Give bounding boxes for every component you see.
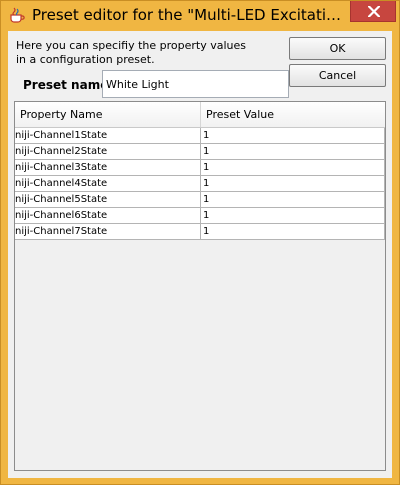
table-row[interactable]: niji-Channel7State 1: [15, 224, 385, 240]
property-name-cell[interactable]: niji-Channel6State: [15, 208, 201, 224]
preset-value-cell[interactable]: 1: [201, 128, 385, 144]
close-button[interactable]: [350, 1, 396, 22]
property-table[interactable]: Property Name Preset Value niji-Channel1…: [14, 101, 386, 471]
instructions-line-2: in a configuration preset.: [16, 53, 155, 66]
table-row[interactable]: niji-Channel5State 1: [15, 192, 385, 208]
table-row[interactable]: niji-Channel3State 1: [15, 160, 385, 176]
instructions-text: Here you can specifiy the property value…: [16, 39, 276, 67]
table-header: Property Name Preset Value: [15, 102, 385, 128]
column-header-preset-value[interactable]: Preset Value: [201, 102, 385, 127]
java-cup-icon: [8, 6, 26, 24]
property-name-cell[interactable]: niji-Channel2State: [15, 144, 201, 160]
preset-value-cell[interactable]: 1: [201, 176, 385, 192]
preset-editor-window: Preset editor for the "Multi-LED Excitat…: [0, 0, 400, 485]
close-icon: [368, 6, 380, 17]
preset-value-cell[interactable]: 1: [201, 208, 385, 224]
dialog-content: Here you can specifiy the property value…: [8, 31, 392, 478]
preset-name-label: Preset name:: [23, 78, 114, 92]
table-body: niji-Channel1State 1 niji-Channel2State …: [15, 128, 385, 240]
preset-value-cell[interactable]: 1: [201, 224, 385, 240]
table-row[interactable]: niji-Channel4State 1: [15, 176, 385, 192]
ok-button[interactable]: OK: [289, 37, 386, 60]
cancel-button[interactable]: Cancel: [289, 64, 386, 87]
preset-name-input[interactable]: [102, 70, 289, 98]
property-name-cell[interactable]: niji-Channel3State: [15, 160, 201, 176]
window-title: Preset editor for the "Multi-LED Excitat…: [32, 6, 350, 24]
property-name-cell[interactable]: niji-Channel5State: [15, 192, 201, 208]
instructions-line-1: Here you can specifiy the property value…: [16, 39, 246, 52]
preset-value-cell[interactable]: 1: [201, 192, 385, 208]
title-bar[interactable]: Preset editor for the "Multi-LED Excitat…: [1, 1, 399, 30]
preset-value-cell[interactable]: 1: [201, 144, 385, 160]
property-name-cell[interactable]: niji-Channel4State: [15, 176, 201, 192]
property-name-cell[interactable]: niji-Channel1State: [15, 128, 201, 144]
table-row[interactable]: niji-Channel1State 1: [15, 128, 385, 144]
column-header-property-name[interactable]: Property Name: [15, 102, 201, 127]
table-row[interactable]: niji-Channel6State 1: [15, 208, 385, 224]
table-row[interactable]: niji-Channel2State 1: [15, 144, 385, 160]
property-name-cell[interactable]: niji-Channel7State: [15, 224, 201, 240]
preset-value-cell[interactable]: 1: [201, 160, 385, 176]
table-empty-area[interactable]: [15, 240, 385, 470]
